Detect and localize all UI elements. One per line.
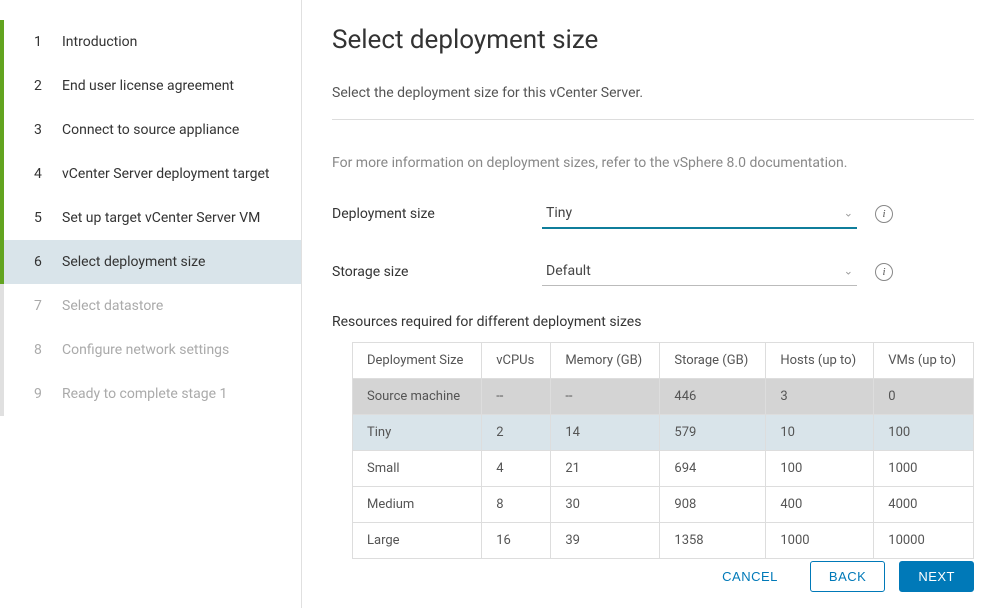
resources-table: Deployment SizevCPUsMemory (GB)Storage (… — [352, 342, 974, 559]
step-9: 9Ready to complete stage 1 — [0, 372, 301, 416]
table-row: Medium8309084004000 — [353, 487, 974, 523]
table-header: Memory (GB) — [551, 343, 660, 379]
table-header: vCPUs — [482, 343, 551, 379]
storage-size-label: Storage size — [332, 264, 542, 280]
storage-size-select[interactable]: Default ⌄ — [542, 257, 857, 286]
wizard-sidebar: 1Introduction2End user license agreement… — [0, 0, 302, 608]
table-header: VMs (up to) — [874, 343, 974, 379]
table-row: Large16391358100010000 — [353, 523, 974, 559]
table-row: Small4216941001000 — [353, 451, 974, 487]
step-3[interactable]: 3Connect to source appliance — [0, 108, 301, 152]
table-header-row: Deployment SizevCPUsMemory (GB)Storage (… — [353, 343, 974, 379]
table-header: Deployment Size — [353, 343, 482, 379]
step-1[interactable]: 1Introduction — [0, 20, 301, 64]
table-title: Resources required for different deploym… — [332, 314, 974, 330]
table-header: Hosts (up to) — [766, 343, 874, 379]
table-row: Source machine----44630 — [353, 379, 974, 415]
page-title: Select deployment size — [332, 25, 974, 55]
chevron-down-icon: ⌄ — [844, 207, 853, 220]
step-5[interactable]: 5Set up target vCenter Server VM — [0, 196, 301, 240]
deploy-size-select[interactable]: Tiny ⌄ — [542, 199, 857, 229]
chevron-down-icon: ⌄ — [844, 265, 853, 278]
cancel-button[interactable]: CANCEL — [704, 562, 796, 591]
table-row: Tiny21457910100 — [353, 415, 974, 451]
info-text: For more information on deployment sizes… — [332, 155, 974, 171]
next-button[interactable]: NEXT — [899, 561, 974, 592]
main-panel: Select deployment size Select the deploy… — [302, 0, 1004, 608]
page-subtitle: Select the deployment size for this vCen… — [332, 85, 974, 120]
back-button[interactable]: BACK — [810, 561, 885, 592]
step-list: 1Introduction2End user license agreement… — [0, 20, 301, 416]
table-header: Storage (GB) — [660, 343, 766, 379]
table-body: Source machine----44630Tiny21457910100Sm… — [353, 379, 974, 559]
step-4[interactable]: 4vCenter Server deployment target — [0, 152, 301, 196]
step-6[interactable]: 6Select deployment size — [0, 240, 301, 284]
step-2[interactable]: 2End user license agreement — [0, 64, 301, 108]
info-icon[interactable]: i — [875, 263, 893, 281]
deploy-size-label: Deployment size — [332, 206, 542, 222]
step-7: 7Select datastore — [0, 284, 301, 328]
info-icon[interactable]: i — [875, 205, 893, 223]
footer-buttons: CANCEL BACK NEXT — [704, 561, 974, 592]
step-8: 8Configure network settings — [0, 328, 301, 372]
